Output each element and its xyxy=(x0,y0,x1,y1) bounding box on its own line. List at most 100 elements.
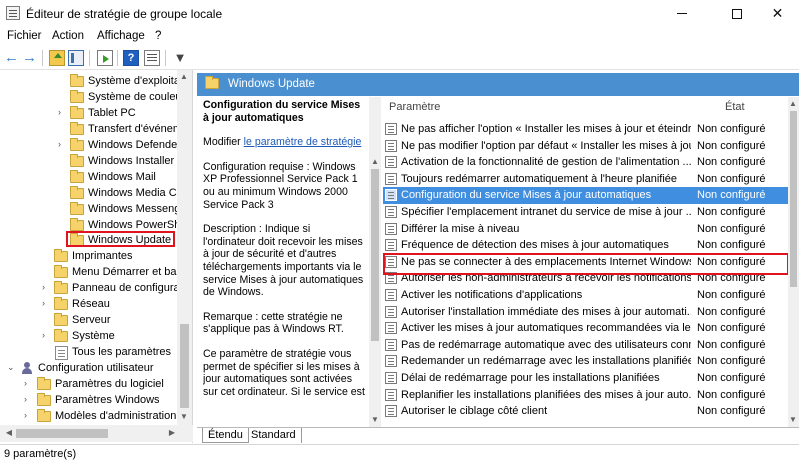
properties-icon[interactable] xyxy=(144,50,160,66)
tree-item[interactable]: › Paramètres du logiciel xyxy=(0,377,180,393)
tree-item[interactable]: Transfert d'événem xyxy=(0,122,180,138)
scroll-down-icon[interactable]: ▼ xyxy=(786,415,799,424)
policy-setting-icon xyxy=(385,405,397,418)
scroll-up-icon[interactable]: ▲ xyxy=(786,99,799,108)
tree-item[interactable]: Windows Messeng xyxy=(0,202,180,218)
tree-item-label: Tous les paramètres xyxy=(72,346,172,358)
export-list-icon[interactable] xyxy=(97,50,113,66)
edit-policy-link[interactable]: le paramètre de stratégie xyxy=(244,136,362,148)
toolbar-separator xyxy=(165,50,166,66)
tree-item[interactable]: Serveur xyxy=(0,313,180,329)
tree-item[interactable]: › Réseau xyxy=(0,297,180,313)
filter-icon[interactable]: ▼ xyxy=(172,50,188,66)
setting-row[interactable]: Fréquence de détection des mises à jour … xyxy=(383,237,788,254)
setting-row[interactable]: Activation de la fonctionnalité de gesti… xyxy=(383,154,788,171)
setting-row[interactable]: Délai de redémarrage pour les installati… xyxy=(383,370,788,387)
more-text: Ce paramètre de stratégie vous permet de… xyxy=(203,347,365,398)
setting-row-selected[interactable]: Configuration du service Mises à jour au… xyxy=(383,187,788,204)
setting-row[interactable]: Activer les notifications d'applications… xyxy=(383,287,788,304)
scroll-thumb[interactable] xyxy=(371,169,379,341)
policy-setting-icon xyxy=(385,355,397,368)
setting-row[interactable]: Ne pas afficher l'option « Installer les… xyxy=(383,121,788,138)
setting-row[interactable]: Redemander un redémarrage avec les insta… xyxy=(383,353,788,370)
tree-item[interactable]: Windows Installer xyxy=(0,154,180,170)
setting-row[interactable]: Spécifier l'emplacement intranet du serv… xyxy=(383,204,788,221)
tree-item-label: Paramètres du logiciel xyxy=(55,378,164,390)
tree-item[interactable]: › Paramètres Windows xyxy=(0,393,180,409)
close-button[interactable]: ✕ xyxy=(756,0,799,27)
toolbar: ← → ? ▼ xyxy=(0,46,799,70)
tree-item[interactable]: Système de couleur xyxy=(0,90,180,106)
setting-name: Toujours redémarrer automatiquement à l'… xyxy=(401,172,678,185)
policy-setting-icon xyxy=(385,206,397,218)
tree-item[interactable]: ⌄ Configuration utilisateur xyxy=(0,361,180,377)
chevron-right-icon[interactable]: › xyxy=(24,378,34,388)
menu-action[interactable]: Action xyxy=(52,30,84,42)
tab-standard[interactable]: Standard xyxy=(246,428,302,443)
chevron-right-icon[interactable]: › xyxy=(24,394,34,404)
folder-icon xyxy=(70,154,84,167)
setting-row[interactable]: Toujours redémarrer automatiquement à l'… xyxy=(383,171,788,188)
scroll-left-icon[interactable]: ◀ xyxy=(2,428,16,437)
chevron-right-icon[interactable]: › xyxy=(58,139,68,149)
column-header-etat[interactable]: État xyxy=(725,101,745,113)
folder-icon xyxy=(54,313,68,326)
tree-item[interactable]: › Système xyxy=(0,329,180,345)
up-folder-icon[interactable] xyxy=(49,50,65,66)
chevron-right-icon[interactable]: › xyxy=(42,298,52,308)
tree-item[interactable]: Système d'exploitat xyxy=(0,74,180,90)
scroll-down-icon[interactable]: ▼ xyxy=(368,415,382,424)
tree-item[interactable]: › Windows Defender xyxy=(0,138,180,154)
chevron-down-icon[interactable]: ⌄ xyxy=(7,362,17,373)
scroll-thumb[interactable] xyxy=(790,111,797,287)
tree-item[interactable]: Imprimantes xyxy=(0,249,180,265)
view-tabs: Étendu Standard xyxy=(197,427,799,443)
scroll-up-icon[interactable]: ▲ xyxy=(177,72,191,81)
tree-vertical-scrollbar[interactable]: ▲ ▼ xyxy=(177,70,192,425)
minimize-button[interactable] xyxy=(659,0,705,27)
tree-item[interactable]: Windows Mail xyxy=(0,170,180,186)
tree-item[interactable]: › Panneau de configurat xyxy=(0,281,180,297)
forward-arrow-icon[interactable]: → xyxy=(22,50,38,66)
tree-item[interactable]: Tous les paramètres xyxy=(0,345,180,361)
tree-item[interactable]: Windows Media Ce xyxy=(0,186,180,202)
chevron-right-icon[interactable]: › xyxy=(24,410,34,420)
setting-state: Non configuré xyxy=(697,322,766,335)
setting-row[interactable]: Replanifier les installations planifiées… xyxy=(383,387,788,404)
tab-etendu[interactable]: Étendu xyxy=(202,428,249,443)
tree-item[interactable]: › Modèles d'administration xyxy=(0,409,180,425)
show-tree-icon[interactable] xyxy=(68,50,84,66)
help-icon[interactable]: ? xyxy=(123,50,139,66)
setting-row[interactable]: Différer la mise à niveau Non configuré xyxy=(383,221,788,238)
chevron-right-icon[interactable]: › xyxy=(58,107,68,117)
list-scrollbar[interactable]: ▲ ▼ xyxy=(788,97,799,427)
policy-setting-icon xyxy=(385,156,397,169)
chevron-right-icon[interactable]: › xyxy=(42,330,52,340)
scroll-thumb[interactable] xyxy=(16,429,108,438)
setting-row[interactable]: Autoriser l'installation immédiate des m… xyxy=(383,304,788,321)
scroll-thumb[interactable] xyxy=(180,324,189,408)
scroll-up-icon[interactable]: ▲ xyxy=(368,157,382,166)
setting-row[interactable]: Autoriser le ciblage côté client Non conf… xyxy=(383,403,788,420)
tree-item[interactable]: › Tablet PC xyxy=(0,106,180,122)
tree-item[interactable]: Menu Démarrer et barr xyxy=(0,265,180,281)
menu-help[interactable]: ? xyxy=(155,30,161,42)
setting-row[interactable]: Pas de redémarrage automatique avec des … xyxy=(383,337,788,354)
back-arrow-icon[interactable]: ← xyxy=(4,50,20,66)
tree-pane: Système d'exploitat Système de couleur ›… xyxy=(0,70,193,443)
chevron-right-icon[interactable]: › xyxy=(42,282,52,292)
policy-setting-icon xyxy=(385,189,397,202)
scroll-down-icon[interactable]: ▼ xyxy=(177,412,191,421)
annotation-highlight-box xyxy=(66,231,175,247)
setting-state: Non configuré xyxy=(697,189,766,202)
maximize-button[interactable] xyxy=(714,0,760,27)
column-header-parametre[interactable]: Paramètre xyxy=(389,101,440,113)
category-title: Windows Update xyxy=(228,78,315,90)
setting-row[interactable]: Ne pas modifier l'option par défaut « In… xyxy=(383,138,788,155)
scroll-right-icon[interactable]: ▶ xyxy=(165,428,179,437)
menu-affichage[interactable]: Affichage xyxy=(97,30,145,42)
menu-fichier[interactable]: Fichier xyxy=(7,30,42,42)
description-scrollbar[interactable]: ▲ ▼ xyxy=(369,97,381,427)
tree-horizontal-scrollbar[interactable]: ◀ ▶ xyxy=(0,425,193,442)
setting-row[interactable]: Activer les mises à jour automatiques re… xyxy=(383,320,788,337)
